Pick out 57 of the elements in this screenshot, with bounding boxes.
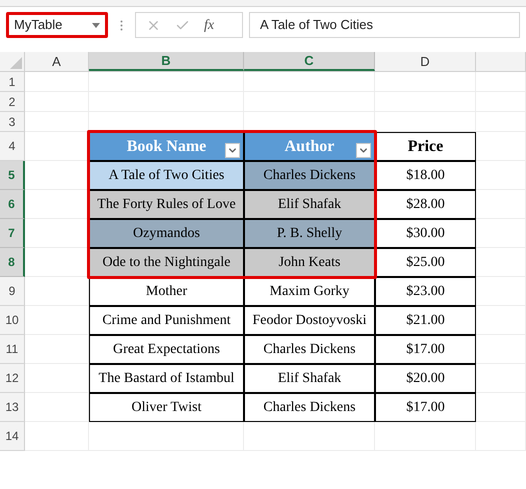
filter-dropdown-button[interactable] xyxy=(225,143,240,158)
table-cell: A Tale of Two Cities xyxy=(89,161,244,190)
table-cell: $18.00 xyxy=(375,161,476,190)
table-cell: Maxim Gorky xyxy=(244,277,375,306)
table-cell: $30.00 xyxy=(375,219,476,248)
table-cell: $17.00 xyxy=(375,393,476,422)
table-cell: Great Expectations xyxy=(89,335,244,364)
table-cell: P. B. Shelly xyxy=(244,219,375,248)
table-cell: Charles Dickens xyxy=(244,393,375,422)
table-cell: $25.00 xyxy=(375,248,476,277)
row-header[interactable]: 7 xyxy=(0,219,25,248)
insert-function-button[interactable]: fx xyxy=(204,14,214,36)
table-cell: Elif Shafak xyxy=(244,364,375,393)
row-header[interactable]: 10 xyxy=(0,306,25,335)
table-cell: Charles Dickens xyxy=(244,335,375,364)
column-header[interactable]: C xyxy=(244,52,375,71)
table-cell: Crime and Punishment xyxy=(89,306,244,335)
row-header[interactable]: 14 xyxy=(0,422,25,451)
row-header[interactable]: 12 xyxy=(0,364,25,393)
row-header[interactable]: 1 xyxy=(0,72,25,92)
row-header[interactable]: 9 xyxy=(0,277,25,306)
table-cell: Ode to the Nightingale xyxy=(89,248,244,277)
row-header[interactable]: 6 xyxy=(0,190,25,219)
empty-cell xyxy=(476,112,526,132)
table-cell: $17.00 xyxy=(375,335,476,364)
table-cell: $20.00 xyxy=(375,364,476,393)
header-cell: Book Name xyxy=(89,132,244,161)
row-header[interactable]: 3 xyxy=(0,112,25,132)
table-cell: Oliver Twist xyxy=(89,393,244,422)
table-cell: The Bastard of Istambul xyxy=(89,364,244,393)
name-box[interactable]: MyTable xyxy=(6,12,108,38)
row-header[interactable]: 5 xyxy=(0,161,25,190)
table-cell: Elif Shafak xyxy=(244,190,375,219)
table-cell: The Forty Rules of Love xyxy=(89,190,244,219)
row-header[interactable]: 8 xyxy=(0,248,25,277)
table-cell: Ozymandos xyxy=(89,219,244,248)
row-header[interactable]: 11 xyxy=(0,335,25,364)
header-cell: Author xyxy=(244,132,375,161)
more-options-icon[interactable] xyxy=(120,20,123,30)
row-header[interactable]: 13 xyxy=(0,393,25,422)
filter-dropdown-button[interactable] xyxy=(356,143,371,158)
table-cell: $21.00 xyxy=(375,306,476,335)
table-cell: Feodor Dostoyvoski xyxy=(244,306,375,335)
table-cell: Charles Dickens xyxy=(244,161,375,190)
table-cell: Mother xyxy=(89,277,244,306)
row-header[interactable]: 4 xyxy=(0,132,25,161)
row-header[interactable]: 2 xyxy=(0,92,25,112)
table-cell: John Keats xyxy=(244,248,375,277)
triangle-icon xyxy=(10,57,22,69)
header-cell: Price xyxy=(375,132,476,161)
column-header[interactable]: B xyxy=(89,52,244,71)
column-header[interactable]: D xyxy=(375,52,476,71)
table-cell: $28.00 xyxy=(375,190,476,219)
dropdown-arrow-icon xyxy=(92,22,100,28)
empty-cell xyxy=(476,422,526,451)
formula-input-field[interactable]: A Tale of Two Cities xyxy=(249,12,520,38)
table-cell: $23.00 xyxy=(375,277,476,306)
